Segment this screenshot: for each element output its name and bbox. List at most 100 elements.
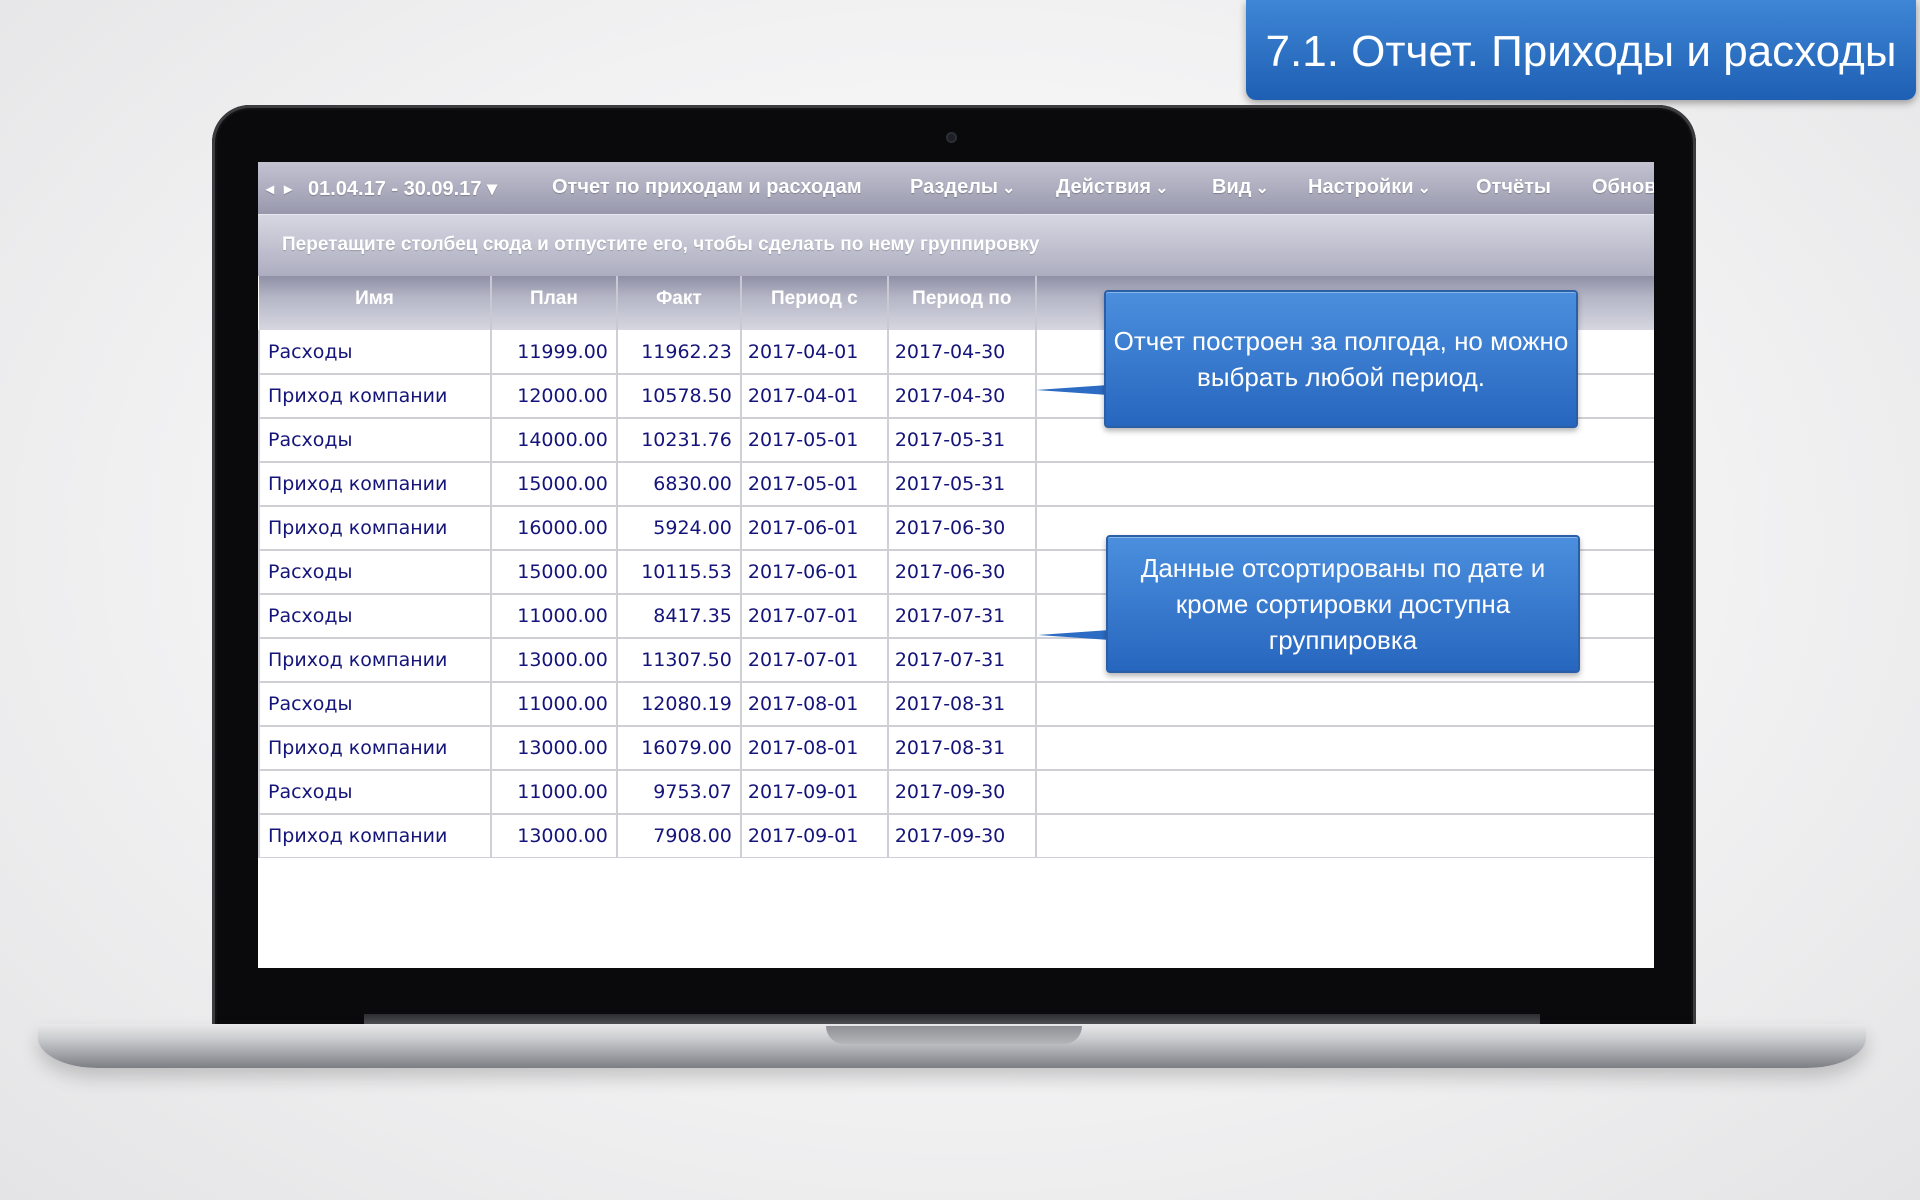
cell-plan[interactable]: 15000.00 <box>490 550 618 595</box>
callout-pointer <box>1036 385 1108 395</box>
menubar: ◂ ▸ 01.04.17 - 30.09.17 ▾ Отчет по прихо… <box>258 162 1654 214</box>
menu-label: Настройки <box>1308 176 1414 198</box>
slide-title: 7.1. Отчет. Приходы и расходы <box>1246 0 1916 100</box>
menu-actions[interactable]: Действия ⌄ <box>1056 176 1169 199</box>
cell-period-to[interactable]: 2017-08-31 <box>887 682 1037 727</box>
cell-fact[interactable]: 10115.53 <box>616 550 742 595</box>
cell-period-to[interactable]: 2017-09-30 <box>887 814 1037 859</box>
cell-period-to[interactable]: 2017-09-30 <box>887 770 1037 815</box>
cell-filler <box>1035 770 1654 815</box>
cell-filler <box>1035 462 1654 507</box>
report-title: Отчет по приходам и расходам <box>552 176 862 198</box>
cell-fact[interactable]: 7908.00 <box>616 814 742 859</box>
cell-period-from[interactable]: 2017-09-01 <box>740 770 889 815</box>
cell-period-to[interactable]: 2017-06-30 <box>887 550 1037 595</box>
cell-plan[interactable]: 11000.00 <box>490 682 618 727</box>
cell-name[interactable]: Расходы <box>258 682 492 727</box>
cell-fact[interactable]: 8417.35 <box>616 594 742 639</box>
cell-plan[interactable]: 11000.00 <box>490 594 618 639</box>
cell-fact[interactable]: 11307.50 <box>616 638 742 683</box>
cell-plan[interactable]: 14000.00 <box>490 418 618 463</box>
cell-period-to[interactable]: 2017-06-30 <box>887 506 1037 551</box>
table-row[interactable]: Приход компании 13000.00 16079.00 2017-08-0… <box>258 726 1654 771</box>
cell-name[interactable]: Приход компании <box>258 814 492 859</box>
cell-period-to[interactable]: 2017-07-31 <box>887 638 1037 683</box>
cell-period-from[interactable]: 2017-08-01 <box>740 726 889 771</box>
column-header-plan[interactable]: План <box>490 276 618 330</box>
cell-period-to[interactable]: 2017-05-31 <box>887 462 1037 507</box>
cell-fact[interactable]: 12080.19 <box>616 682 742 727</box>
cell-fact[interactable]: 5924.00 <box>616 506 742 551</box>
cell-fact[interactable]: 16079.00 <box>616 726 742 771</box>
cell-period-from[interactable]: 2017-08-01 <box>740 682 889 727</box>
cell-fact[interactable]: 6830.00 <box>616 462 742 507</box>
menu-reports[interactable]: Отчёты <box>1476 176 1551 199</box>
cell-name[interactable]: Приход компании <box>258 726 492 771</box>
cell-period-to[interactable]: 2017-05-31 <box>887 418 1037 463</box>
next-period-icon[interactable]: ▸ <box>284 179 292 199</box>
prev-period-icon[interactable]: ◂ <box>266 179 274 199</box>
cell-period-from[interactable]: 2017-04-01 <box>740 374 889 419</box>
cell-period-from[interactable]: 2017-06-01 <box>740 550 889 595</box>
column-header-fact[interactable]: Факт <box>616 276 742 330</box>
chevron-down-icon: ⌄ <box>1155 180 1169 197</box>
column-header-period-from[interactable]: Период с <box>740 276 889 330</box>
cell-plan[interactable]: 16000.00 <box>490 506 618 551</box>
table-row[interactable]: Расходы 11000.00 9753.07 2017-09-01 2017-09-… <box>258 770 1654 815</box>
cell-name[interactable]: Приход компании <box>258 462 492 507</box>
menu-refresh[interactable]: Обнов <box>1592 176 1654 199</box>
cell-period-to[interactable]: 2017-04-30 <box>887 330 1037 375</box>
cell-name[interactable]: Расходы <box>258 330 492 375</box>
cell-period-from[interactable]: 2017-05-01 <box>740 462 889 507</box>
laptop-notch <box>826 1026 1082 1044</box>
cell-period-to[interactable]: 2017-04-30 <box>887 374 1037 419</box>
cell-name[interactable]: Расходы <box>258 550 492 595</box>
table-row[interactable]: Приход компании 15000.00 6830.00 2017-05-01… <box>258 462 1654 507</box>
cell-period-to[interactable]: 2017-07-31 <box>887 594 1037 639</box>
cell-period-from[interactable]: 2017-05-01 <box>740 418 889 463</box>
cell-period-from[interactable]: 2017-09-01 <box>740 814 889 859</box>
chevron-down-icon: ⌄ <box>1002 180 1016 197</box>
camera-icon <box>946 132 957 143</box>
cell-plan[interactable]: 13000.00 <box>490 814 618 859</box>
cell-filler <box>1035 726 1654 771</box>
cell-filler <box>1035 814 1654 859</box>
column-header-name[interactable]: Имя <box>259 276 492 330</box>
cell-period-from[interactable]: 2017-07-01 <box>740 594 889 639</box>
menu-label: Вид <box>1212 176 1252 198</box>
cell-period-to[interactable]: 2017-08-31 <box>887 726 1037 771</box>
callout-pointer <box>1038 630 1110 640</box>
cell-fact[interactable]: 10231.76 <box>616 418 742 463</box>
cell-name[interactable]: Приход компании <box>258 638 492 683</box>
cell-name[interactable]: Приход компании <box>258 374 492 419</box>
cell-period-from[interactable]: 2017-06-01 <box>740 506 889 551</box>
cell-plan[interactable]: 13000.00 <box>490 638 618 683</box>
menu-label: Разделы <box>910 176 998 198</box>
date-range-selector[interactable]: 01.04.17 - 30.09.17 ▾ <box>308 176 497 201</box>
cell-name[interactable]: Расходы <box>258 594 492 639</box>
cell-name[interactable]: Приход компании <box>258 506 492 551</box>
chevron-down-icon: ⌄ <box>1417 180 1431 197</box>
callout-period: Отчет построен за полгода, но можно выбр… <box>1104 290 1578 428</box>
cell-plan[interactable]: 11000.00 <box>490 770 618 815</box>
table-row[interactable]: Расходы 11000.00 12080.19 2017-08-01 2017-08… <box>258 682 1654 727</box>
column-header-period-to[interactable]: Период по <box>887 276 1037 330</box>
cell-fact[interactable]: 9753.07 <box>616 770 742 815</box>
cell-plan[interactable]: 11999.00 <box>490 330 618 375</box>
cell-fact[interactable]: 10578.50 <box>616 374 742 419</box>
cell-name[interactable]: Расходы <box>258 770 492 815</box>
cell-plan[interactable]: 12000.00 <box>490 374 618 419</box>
table-row[interactable]: Приход компании 13000.00 7908.00 2017-09-01… <box>258 814 1654 859</box>
cell-plan[interactable]: 15000.00 <box>490 462 618 507</box>
cell-period-from[interactable]: 2017-04-01 <box>740 330 889 375</box>
chevron-down-icon: ⌄ <box>1255 180 1269 197</box>
group-drop-zone[interactable]: Перетащите столбец сюда и отпустите его,… <box>258 214 1654 276</box>
cell-period-from[interactable]: 2017-07-01 <box>740 638 889 683</box>
menu-settings[interactable]: Настройки ⌄ <box>1308 176 1431 199</box>
menu-sections[interactable]: Разделы ⌄ <box>910 176 1015 199</box>
cell-plan[interactable]: 13000.00 <box>490 726 618 771</box>
cell-name[interactable]: Расходы <box>258 418 492 463</box>
menu-view[interactable]: Вид ⌄ <box>1212 176 1269 199</box>
cell-fact[interactable]: 11962.23 <box>616 330 742 375</box>
empty-area <box>258 858 1654 968</box>
